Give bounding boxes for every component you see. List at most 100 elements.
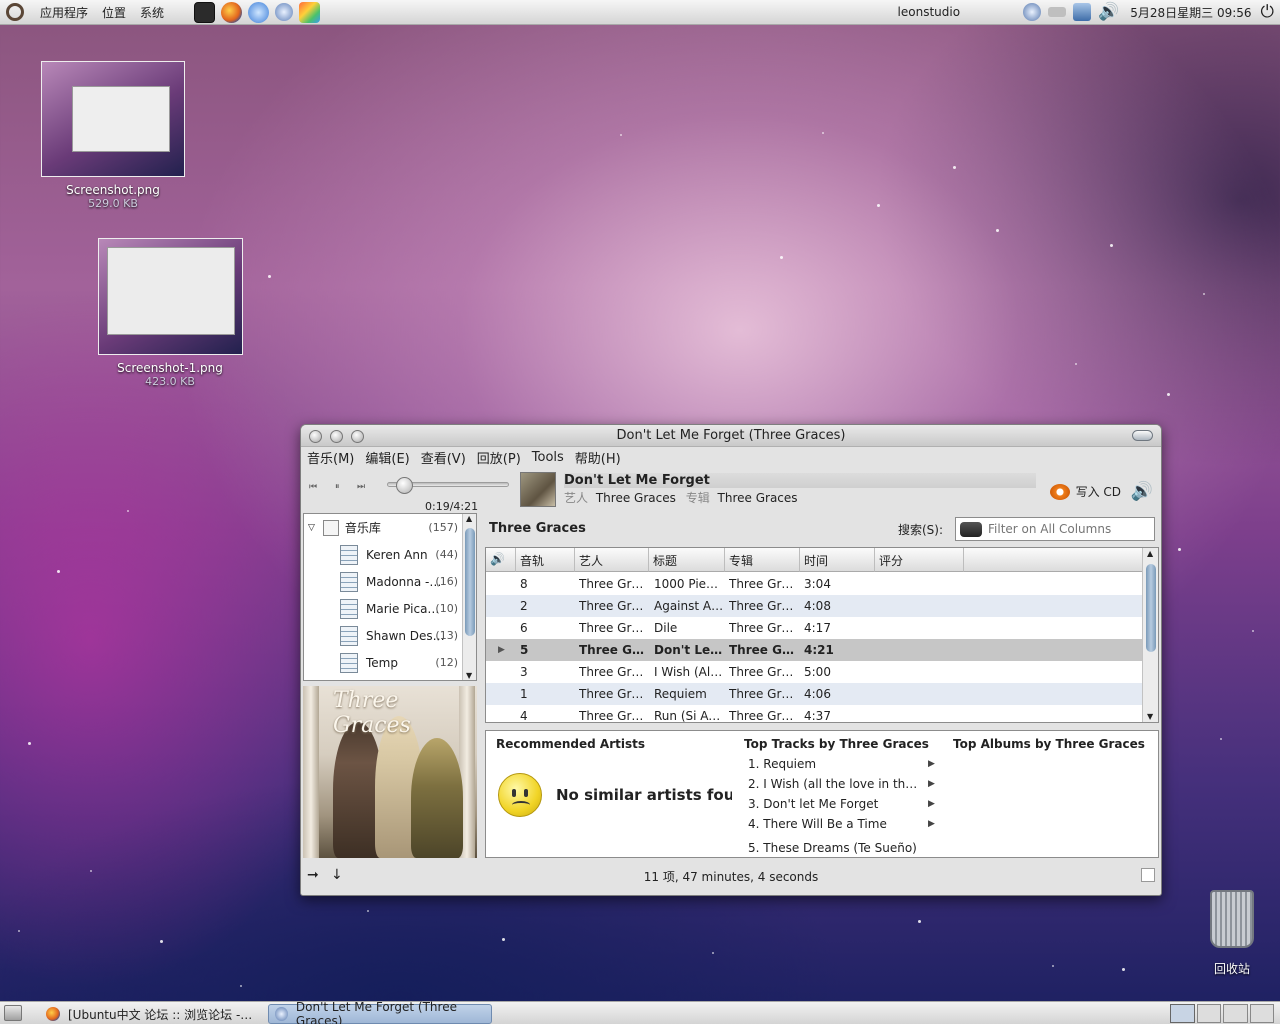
terminal-icon[interactable] xyxy=(194,1,216,23)
sad-face-icon xyxy=(498,773,542,817)
menu-applications[interactable]: 应用程序 xyxy=(40,4,88,21)
top-track-item[interactable]: 3. Don't let Me Forget xyxy=(748,797,878,811)
burn-cd-button[interactable]: 写入 CD xyxy=(1049,483,1121,500)
album-art-thumbnail xyxy=(520,472,556,507)
expand-arrow-icon[interactable]: ▶ xyxy=(928,819,935,829)
scroll-down-icon[interactable]: ▼ xyxy=(1147,712,1153,721)
playlist-item[interactable]: Marie Pica… (10) xyxy=(304,595,462,622)
scroll-up-icon[interactable]: ▲ xyxy=(1147,549,1153,558)
scrollbar-thumb[interactable] xyxy=(465,528,475,636)
file-size: 529.0 KB xyxy=(88,197,138,210)
top-albums-header: Top Albums by Three Graces xyxy=(953,737,1145,751)
rhythmbox-tray-icon[interactable] xyxy=(1023,3,1042,21)
track-row[interactable]: 6 Three Gra… Dile Three Gra… 4:17 xyxy=(486,617,1143,639)
resize-grip-icon[interactable] xyxy=(1141,868,1155,882)
menu-edit[interactable]: 编辑(E) xyxy=(365,448,409,467)
column-header-artist[interactable]: 艺人 xyxy=(575,548,649,572)
track-row[interactable]: 3 Three Gra… I Wish (All… Three Gra… 5:0… xyxy=(486,661,1143,683)
track-row[interactable]: 2 Three Gra… Against Al… Three Gra… 4:08 xyxy=(486,595,1143,617)
column-header-title[interactable]: 标题 xyxy=(649,548,725,572)
burn-cd-icon xyxy=(1049,483,1070,500)
top-track-item[interactable]: 2. I Wish (all the love in the W… xyxy=(748,777,924,791)
column-header-playing[interactable]: 🔊 xyxy=(486,548,516,572)
taskbar-item-browser[interactable]: [Ubuntu中文 论坛 :: 浏览论坛 -… xyxy=(40,1004,262,1024)
track-row[interactable]: 4 Three Gra… Run (Si Ac… Three Gra… 4:37 xyxy=(486,705,1143,723)
track-title: Run (Si Ac… xyxy=(654,709,724,723)
column-header-track[interactable]: 音轨 xyxy=(516,548,575,572)
ubuntu-logo-icon[interactable] xyxy=(6,3,24,21)
expand-arrow-icon[interactable]: ▶ xyxy=(928,779,935,789)
column-header-time[interactable]: 时间 xyxy=(800,548,875,572)
playlist-item[interactable]: Shawn Des… (13) xyxy=(304,622,462,649)
show-desktop-icon[interactable] xyxy=(4,1005,22,1021)
track-row[interactable]: 8 Three Gra… 1000 Pieces Three Gra… 3:04 xyxy=(486,573,1143,595)
trash[interactable]: 回收站 xyxy=(1204,890,1260,977)
paint-icon[interactable] xyxy=(299,1,321,23)
menu-view[interactable]: 查看(V) xyxy=(421,448,466,467)
playlist-item[interactable]: Madonna -… (16) xyxy=(304,568,462,595)
scroll-down-icon[interactable]: ▼ xyxy=(466,671,472,680)
library-item[interactable]: ▽ 音乐库 (157) xyxy=(304,514,462,541)
top-track-item[interactable]: 4. There Will Be a Time xyxy=(748,817,887,831)
track-title: I Wish (All… xyxy=(654,665,724,679)
expand-arrow-icon[interactable]: ▶ xyxy=(928,759,935,769)
toolbar-toggle-button[interactable] xyxy=(1132,430,1153,441)
rhythmbox-icon[interactable] xyxy=(275,3,294,21)
workspace-switcher[interactable] xyxy=(1170,1004,1274,1023)
playlist-item[interactable]: Keren Ann (44) xyxy=(304,541,462,568)
workspace-2[interactable] xyxy=(1196,1004,1221,1023)
power-icon[interactable]: ⏻ xyxy=(1261,2,1274,22)
network-icon[interactable] xyxy=(1073,3,1092,21)
scroll-up-icon[interactable]: ▲ xyxy=(466,514,472,523)
username[interactable]: leonstudio xyxy=(898,5,961,19)
track-list: 🔊 音轨 艺人 标题 专辑 时间 评分 8 Three Gra… 1000 Pi… xyxy=(485,547,1159,723)
status-text: 11 项, 47 minutes, 4 seconds xyxy=(643,870,819,884)
source-scrollbar[interactable]: ▲ ▼ xyxy=(462,514,476,680)
track-title: Don't Le… xyxy=(654,643,723,657)
desktop-icon-screenshot[interactable]: Screenshot.png 529.0 KB xyxy=(38,61,188,210)
pause-icon[interactable]: ⏸ xyxy=(335,482,340,492)
previous-icon[interactable]: ⏮ xyxy=(309,482,317,492)
track-artist: Three Gr… xyxy=(579,643,647,657)
keyboard-icon[interactable] xyxy=(1048,7,1067,17)
no-similar-artists-message: No similar artists found xyxy=(556,786,732,804)
workspace-3[interactable] xyxy=(1223,1004,1248,1023)
next-icon[interactable]: ⏭ xyxy=(357,482,365,492)
track-number: 5 xyxy=(520,643,529,657)
now-playing-details: 艺人 Three Graces 专辑 Three Graces xyxy=(564,489,798,506)
expander-icon[interactable]: ▽ xyxy=(308,523,315,533)
messenger-icon[interactable] xyxy=(248,1,270,23)
source-pane: ▽ 音乐库 (157) Keren Ann (44) Madonna -… (1… xyxy=(303,513,477,858)
scrollbar-thumb[interactable] xyxy=(1146,564,1156,652)
workspace-1[interactable] xyxy=(1170,1004,1195,1023)
track-row-playing[interactable]: ▶ 5 Three Gr… Don't Le… Three Gr… 4:21 xyxy=(486,639,1143,661)
title-bar[interactable]: Don't Let Me Forget (Three Graces) xyxy=(301,425,1161,447)
expand-arrow-icon[interactable]: ▶ xyxy=(928,799,935,809)
menu-music[interactable]: 音乐(M) xyxy=(307,448,354,467)
desktop-icon-screenshot-1[interactable]: Screenshot-1.png 423.0 KB xyxy=(95,238,245,388)
clock[interactable]: 5月28日星期三 09:56 xyxy=(1130,4,1251,21)
taskbar-item-rhythmbox[interactable]: Don't Let Me Forget (Three Graces) xyxy=(268,1000,492,1024)
volume-icon[interactable]: 🔊 xyxy=(1098,2,1119,22)
top-track-item[interactable]: 1. Requiem xyxy=(748,757,816,771)
menu-help[interactable]: 帮助(H) xyxy=(575,448,621,467)
playlist-item[interactable]: Temp (12) xyxy=(304,649,462,676)
track-list-scrollbar[interactable]: ▲ ▼ xyxy=(1142,548,1158,722)
search-input[interactable] xyxy=(988,522,1152,536)
top-track-item[interactable]: 5. These Dreams (Te Sueño) xyxy=(748,841,917,855)
firefox-icon[interactable] xyxy=(221,1,243,23)
menu-system[interactable]: 系统 xyxy=(140,4,164,21)
menu-control[interactable]: 回放(P) xyxy=(477,448,521,467)
track-row[interactable]: 1 Three Gra… Requiem Three Gra… 4:06 xyxy=(486,683,1143,705)
volume-icon[interactable]: 🔊 xyxy=(1131,481,1153,502)
workspace-4[interactable] xyxy=(1249,1004,1274,1023)
seek-handle[interactable] xyxy=(395,477,413,494)
menu-places[interactable]: 位置 xyxy=(102,4,126,21)
search-field[interactable] xyxy=(955,517,1155,541)
top-panel: 应用程序 位置 系统 leonstudio 🔊 5月28日星期三 09:56 ⏻ xyxy=(0,0,1280,25)
column-header-rating[interactable]: 评分 xyxy=(875,548,964,572)
column-header-album[interactable]: 专辑 xyxy=(725,548,800,572)
menu-tools[interactable]: Tools xyxy=(532,450,564,465)
seek-slider[interactable] xyxy=(387,477,509,494)
track-album: Three Gra… xyxy=(729,687,797,701)
